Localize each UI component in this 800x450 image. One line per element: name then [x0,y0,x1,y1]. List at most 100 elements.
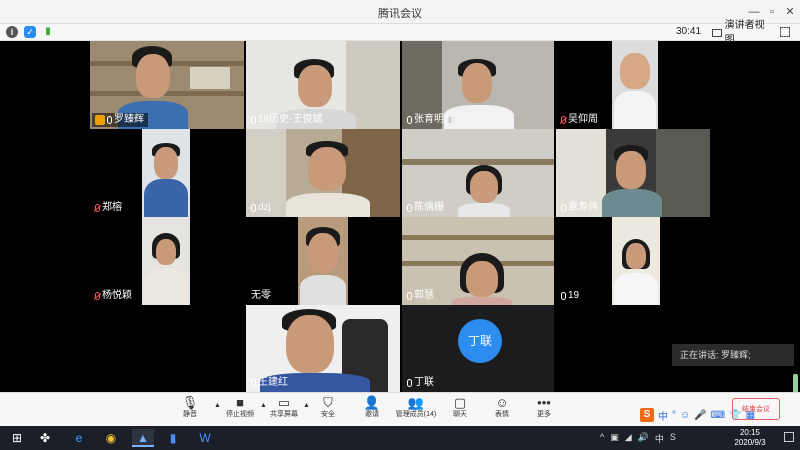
mic-icon [251,116,256,124]
taskbar-clock[interactable]: 20:15 2020/9/3 [726,428,774,448]
video-tile[interactable]: 丁联 丁联 [402,305,554,392]
speaker-view-button[interactable]: 演讲者视图 [712,20,772,46]
ime-language[interactable]: 中 [658,408,668,423]
participant-label: 王建红 [248,376,292,390]
signal-icon: ▮ [448,115,453,124]
participant-label: 丁联 [404,376,438,390]
network-icon[interactable]: ◢ [625,432,632,445]
mic-icon [107,116,112,124]
participant-name: 19历史-王俊斌 [258,114,323,125]
participant-name: 罗臻辉 [114,114,144,125]
windows-start-icon[interactable]: ⊞ [8,429,26,447]
host-icon [95,115,105,125]
ime-language[interactable]: 中 [655,432,664,445]
participant-name: dzj [258,202,271,213]
mic-icon [407,116,412,124]
manage-members-button[interactable]: 👥 管理成员(14) [394,395,438,425]
title-bar: 腾讯会议 — ▫ ✕ [0,0,800,24]
mic-icon: 🎙 [181,395,199,410]
camera-icon: ■ [236,395,244,410]
mic-muted-icon [95,204,100,212]
participant-name: 郭慧 [414,290,434,301]
participant-label: 郑榕 [92,201,126,215]
mute-button[interactable]: 🎙 静音 [168,395,212,425]
more-button[interactable]: ••• 更多 [522,395,566,425]
layout-icon [712,28,722,37]
participant-name: 吴仰周 [568,114,598,125]
clock-date: 2020/9/3 [734,438,766,447]
video-tile[interactable]: 覃寿伟 [556,129,710,217]
mic-icon [407,204,412,212]
avatar: 丁联 [458,319,502,363]
emoji-button[interactable]: ☺ 表情 [480,395,524,425]
participant-label: 吴仰周 [558,113,602,127]
video-tile[interactable]: 杨悦颖 [90,217,244,305]
share-screen-button[interactable]: ▭ 共享屏幕 [262,395,306,425]
mic-icon [561,292,566,300]
signal-icon[interactable]: ▮ [42,26,54,38]
participant-name: 丁联 [414,377,434,388]
participant-label: 张育明 ▮ [404,113,456,127]
clock-time: 20:15 [739,428,761,437]
participant-name: 无零 [251,290,271,301]
video-tile[interactable]: 陈儒栅 [402,129,554,217]
shield-icon[interactable]: ✓ [24,26,36,38]
video-tile[interactable]: 王建红 [246,305,400,392]
video-tile[interactable]: dzj [246,129,400,217]
voice-icon[interactable]: 🎤 [694,410,706,421]
video-tile[interactable]: 19 [556,217,710,305]
video-tile[interactable]: 罗臻辉 [90,41,244,129]
keyboard-icon[interactable]: ⌨ [711,410,725,421]
reader-icon[interactable]: ▮ [164,429,182,447]
meeting-timer: 30:41 [676,26,702,37]
chat-icon: ▢ [453,395,467,410]
sogou-tray-icon[interactable]: S [670,432,676,445]
wps-writer-icon[interactable]: W [196,429,214,447]
volume-icon[interactable]: 🔊 [638,432,649,445]
participant-label: dzj [248,201,275,215]
participant-label: 郭慧 [404,289,438,303]
notification-icon[interactable] [784,432,794,442]
participant-label: 罗臻辉 [92,113,148,127]
sogou-ime-icon[interactable]: S [640,408,654,422]
security-button[interactable]: ⛉ 安全 [306,395,350,425]
video-tile[interactable]: 吴仰周 [556,41,710,129]
chrome-icon[interactable]: ◉ [102,429,120,447]
shield-icon: ⛉ [323,395,333,410]
fullscreen-icon[interactable] [780,27,790,37]
mic-muted-icon [561,116,566,124]
chat-button[interactable]: ▢ 聊天 [438,395,482,425]
mic-icon [251,379,256,387]
video-tile[interactable]: 无零 [246,217,400,305]
emoji-icon: ☺ [495,395,509,410]
info-icon[interactable]: i [6,26,18,38]
tray-app-icon[interactable]: ▣ [610,432,619,445]
windows-taskbar: ⊞ ✤ e ◉ ▲ ▮ W ^ ▣ ◢ 🔊 中 S 20:15 2020/9/3 [0,426,800,450]
video-tile[interactable]: 郑榕 [90,129,244,217]
participant-label: 陈儒栅 [404,201,448,215]
video-tile[interactable]: 张育明 ▮ [402,41,554,129]
chevron-up-icon[interactable]: ^ [600,432,604,445]
punctuation-icon[interactable]: ° [672,410,676,421]
participant-name: 王建红 [258,377,288,388]
participant-name: 19 [568,290,580,301]
participant-label: 无零 [248,289,275,303]
video-tile[interactable]: 19历史-王俊斌 [246,41,400,129]
edge-icon[interactable]: e [70,429,88,447]
participant-label: 19 [558,289,583,303]
stop-video-button[interactable]: ■ 停止视频 [218,395,262,425]
tencent-meeting-icon[interactable]: ▲ [132,429,154,447]
close-icon[interactable]: ✕ [781,4,799,20]
invite-button[interactable]: 👤 邀请 [350,395,394,425]
participant-label: 19历史-王俊斌 [248,113,326,127]
emoji-icon[interactable]: ☺ [680,410,690,421]
meeting-toolbar: 🎙 静音 ▲ ■ 停止视频 ▲ ▭ 共享屏幕 ▲ ⛉ 安全 👤 邀请 👥 管理成… [0,392,800,426]
app-pinwheel-icon[interactable]: ✤ [36,429,54,447]
system-tray: ^ ▣ ◢ 🔊 中 S [600,432,676,445]
window-title: 腾讯会议 [378,8,422,20]
members-icon: 👥 [407,395,425,410]
end-meeting-button[interactable]: 结束会议 [732,398,780,420]
participant-name: 杨悦颖 [102,290,132,301]
invite-icon: 👤 [363,395,381,410]
video-tile[interactable]: 郭慧 [402,217,554,305]
